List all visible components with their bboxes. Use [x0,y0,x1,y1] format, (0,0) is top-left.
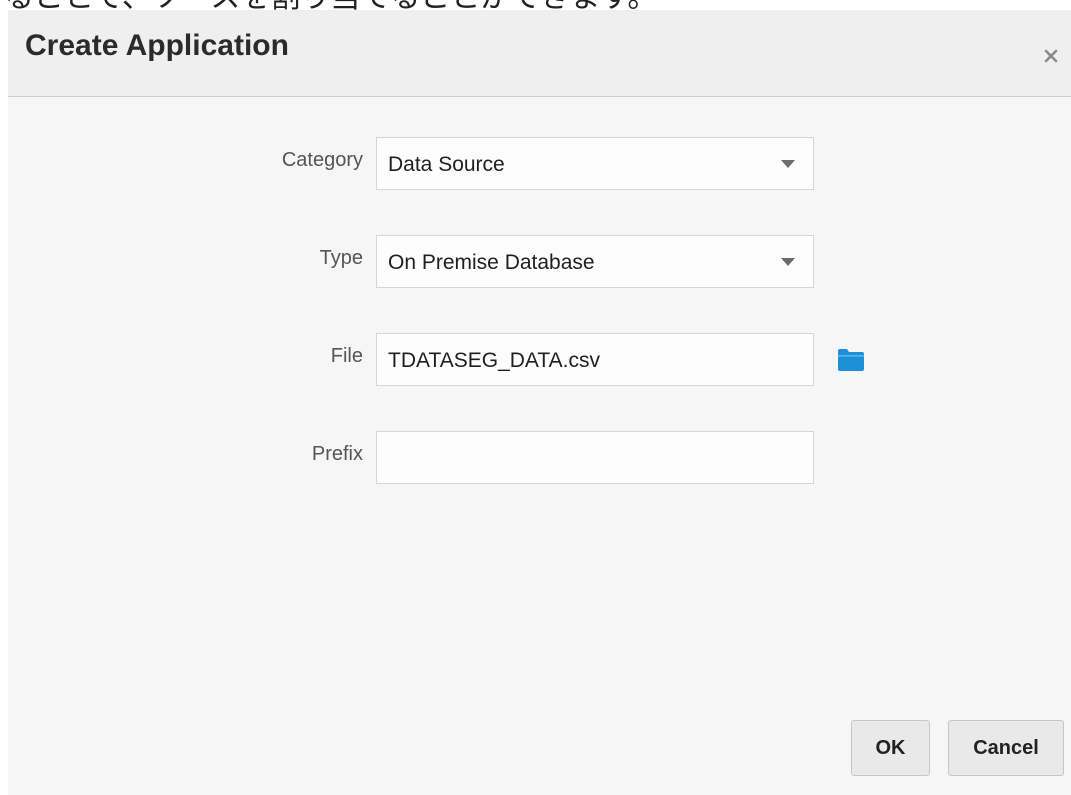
dialog-title: Create Application [25,29,289,62]
create-application-dialog: Create Application Category Data Source … [8,10,1071,795]
cancel-button[interactable]: Cancel [948,720,1064,776]
chevron-down-icon [781,258,795,266]
close-icon [1044,49,1058,63]
type-select-value: On Premise Database [388,251,595,274]
folder-icon [838,349,864,371]
prefix-label: Prefix [311,443,363,465]
category-select[interactable]: Data Source [376,137,814,190]
close-button[interactable] [1039,44,1063,68]
browse-file-button[interactable] [837,347,865,372]
category-label: Category [281,149,363,171]
type-label: Type [319,247,363,269]
file-label: File [330,345,363,367]
category-select-value: Data Source [388,153,505,176]
dialog-header: Create Application [8,10,1071,97]
type-select[interactable]: On Premise Database [376,235,814,288]
ok-button[interactable]: OK [851,720,930,776]
file-field-value: TDATASEG_DATA.csv [388,349,600,372]
file-field[interactable]: TDATASEG_DATA.csv [376,333,814,386]
prefix-input[interactable] [376,431,814,484]
chevron-down-icon [781,160,795,168]
